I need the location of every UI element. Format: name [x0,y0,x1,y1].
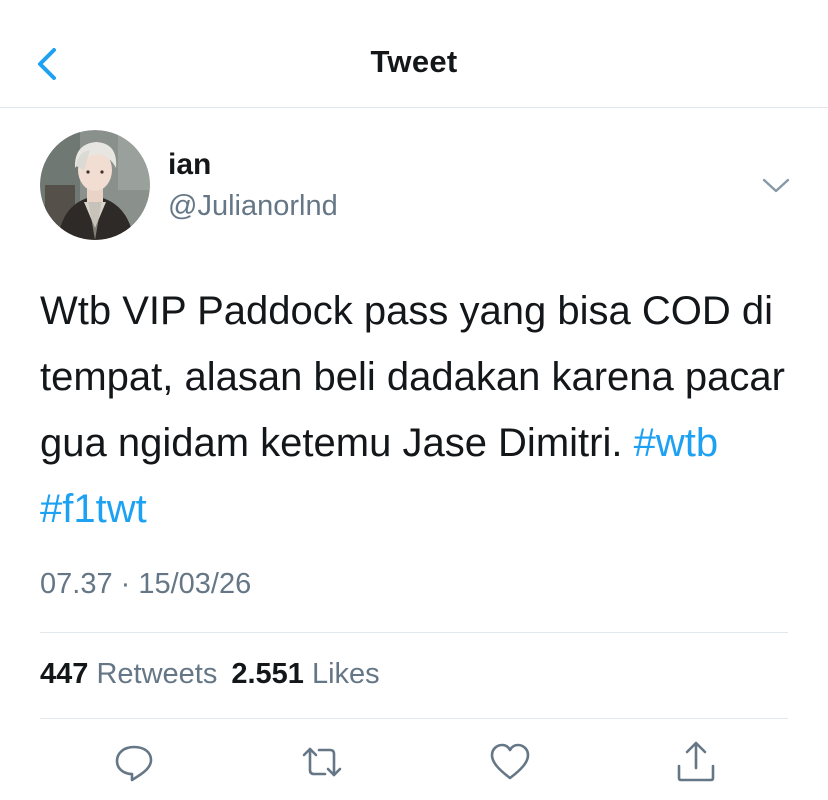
retweet-icon [302,747,342,777]
author-handle[interactable]: @Julianorlnd [168,190,338,223]
retweets-count: 447 [40,658,89,690]
hashtag-link[interactable]: #wtb [634,421,719,465]
heart-icon [490,743,530,780]
hashtag-link[interactable]: #f1twt [40,487,147,531]
more-options-button[interactable] [760,172,792,200]
likes-stat[interactable]: 2.551 Likes [231,658,379,690]
avatar[interactable] [40,130,150,240]
retweets-label: Retweets [96,658,218,690]
tweet-timestamp: 07.37 · 15/03/26 [40,568,252,600]
likes-label: Likes [311,658,380,690]
retweet-button[interactable] [300,740,344,784]
share-icon [677,741,715,782]
like-button[interactable] [488,740,532,784]
chevron-down-icon [762,178,790,193]
divider [40,632,788,633]
retweets-stat[interactable]: 447 Retweets [40,658,217,690]
author-display-name[interactable]: ian [168,148,211,182]
avatar-photo [40,130,150,240]
page-title: Tweet [370,44,458,79]
reply-icon [115,745,153,782]
share-button[interactable] [674,740,718,784]
likes-count: 2.551 [231,658,304,690]
engagement-stats: 447 Retweets 2.551 Likes [40,658,380,691]
tweet-text: Wtb VIP Paddock pass yang bisa COD di te… [40,278,800,542]
divider [40,718,788,719]
reply-button[interactable] [112,740,156,784]
top-navigation-bar: Tweet [0,0,828,108]
